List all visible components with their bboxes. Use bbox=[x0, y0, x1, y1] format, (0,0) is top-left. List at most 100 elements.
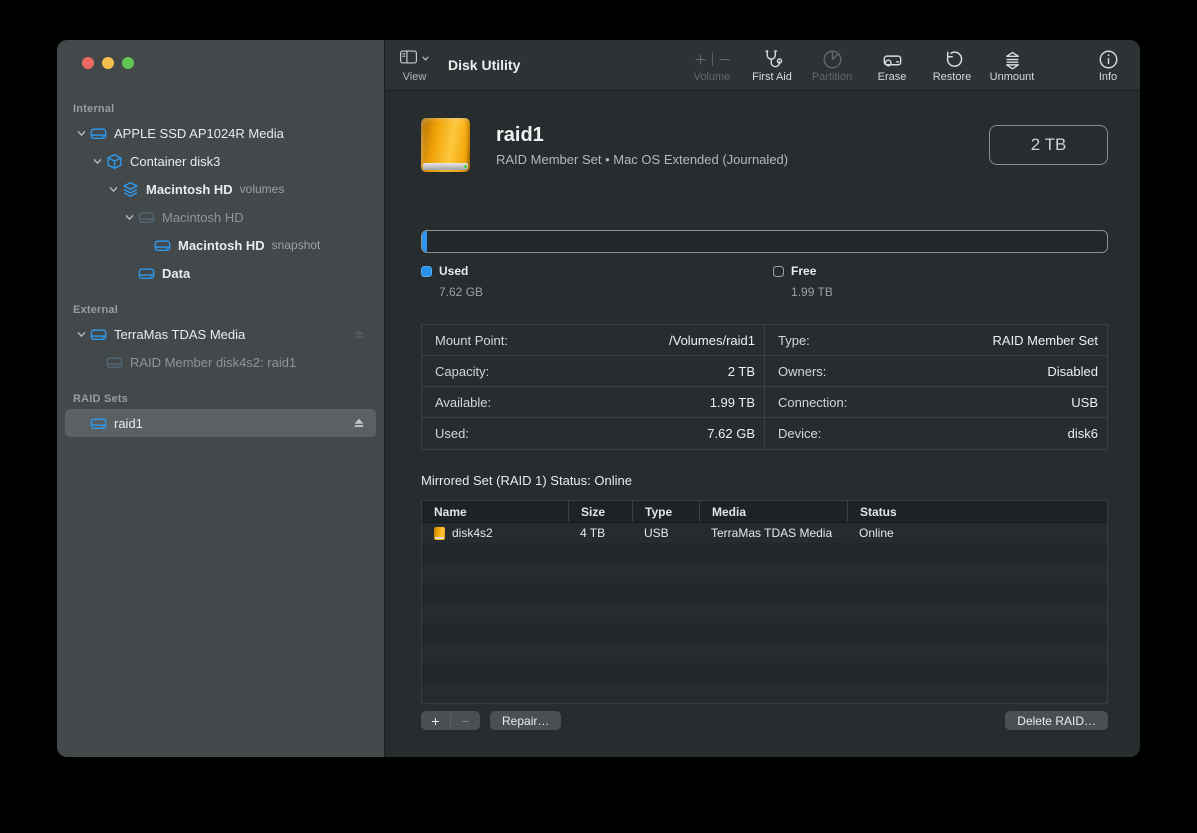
unmount-icon bbox=[1001, 47, 1024, 71]
toolbar-item-label: Partition bbox=[812, 71, 852, 83]
repair-button[interactable]: Repair… bbox=[490, 711, 561, 730]
toolbar-first-aid-button[interactable]: First Aid bbox=[742, 47, 802, 83]
cube-icon bbox=[106, 153, 123, 170]
view-button[interactable]: View bbox=[399, 47, 430, 83]
toolbar-info-button[interactable]: Info bbox=[1086, 47, 1130, 83]
content: raid1 RAID Member Set • Mac OS Extended … bbox=[385, 91, 1140, 757]
detail-label: Device: bbox=[778, 426, 821, 441]
cell-type: USB bbox=[632, 523, 699, 543]
volume-size-badge: 2 TB bbox=[989, 125, 1108, 165]
detail-label: Available: bbox=[435, 395, 491, 410]
sidebar-item-raid1[interactable]: raid1 bbox=[65, 409, 376, 437]
toolbar-restore-button[interactable]: Restore bbox=[922, 47, 982, 83]
device-tree: InternalAPPLE SSD AP1024R MediaContainer… bbox=[57, 99, 384, 437]
chevron-down-icon bbox=[421, 50, 430, 68]
table-header-row: NameSizeTypeMediaStatus bbox=[422, 501, 1107, 523]
detail-value: USB bbox=[1071, 395, 1098, 410]
detail-row: Mount Point:/Volumes/raid1 bbox=[422, 325, 764, 356]
chevron-down-icon[interactable] bbox=[121, 212, 138, 223]
sidebar-item-macintosh-hd[interactable]: Macintosh HDsnapshot bbox=[65, 231, 376, 259]
sidebar-item-macintosh-hd[interactable]: Macintosh HD bbox=[65, 203, 376, 231]
detail-row: Type:RAID Member Set bbox=[765, 325, 1107, 356]
plus-minus-icon bbox=[693, 47, 732, 71]
volume-details: Mount Point:/Volumes/raid1Capacity:2 TBA… bbox=[421, 324, 1108, 450]
sidebar-item-label: Data bbox=[162, 266, 190, 281]
sidebar-item-label: RAID Member disk4s2: raid1 bbox=[130, 355, 296, 370]
remove-member-button[interactable]: − bbox=[451, 711, 480, 730]
sidebar-item-label: Macintosh HD bbox=[146, 182, 233, 197]
delete-raid-button[interactable]: Delete RAID… bbox=[1005, 711, 1108, 730]
sidebar: InternalAPPLE SSD AP1024R MediaContainer… bbox=[57, 40, 385, 757]
disk-icon bbox=[434, 527, 445, 540]
chevron-down-icon[interactable] bbox=[73, 329, 90, 340]
raid-members-table: NameSizeTypeMediaStatus disk4s24 TBUSBTe… bbox=[421, 500, 1108, 704]
restore-arrow-icon bbox=[941, 47, 964, 71]
disk-utility-window: InternalAPPLE SSD AP1024R MediaContainer… bbox=[57, 40, 1140, 757]
used-swatch-icon bbox=[421, 266, 432, 277]
sidebar-section-external: External bbox=[65, 300, 376, 320]
toolbar-item-label: Erase bbox=[878, 71, 907, 83]
details-right-column: Type:RAID Member SetOwners:DisabledConne… bbox=[764, 325, 1107, 449]
zoom-button[interactable] bbox=[122, 57, 134, 69]
toolbar-item-label: First Aid bbox=[752, 71, 792, 83]
chevron-down-icon[interactable] bbox=[105, 184, 122, 195]
eject-icon[interactable] bbox=[352, 416, 366, 430]
toolbar-unmount-button[interactable]: Unmount bbox=[982, 47, 1042, 83]
volume-name: raid1 bbox=[496, 124, 788, 147]
sidebar-item-container-disk3[interactable]: Container disk3 bbox=[65, 147, 376, 175]
sidebar-item-label: TerraMas TDAS Media bbox=[114, 327, 245, 342]
detail-row: Device:disk6 bbox=[765, 418, 1107, 449]
column-header-status[interactable]: Status bbox=[847, 501, 1107, 522]
sidebar-item-data[interactable]: Data bbox=[65, 259, 376, 287]
column-header-name[interactable]: Name bbox=[422, 501, 568, 522]
minimize-button[interactable] bbox=[102, 57, 114, 69]
detail-row: Connection:USB bbox=[765, 387, 1107, 418]
drive-icon bbox=[138, 265, 155, 282]
detail-label: Mount Point: bbox=[435, 333, 508, 348]
table-row-empty bbox=[422, 623, 1107, 643]
detail-label: Type: bbox=[778, 333, 810, 348]
column-header-size[interactable]: Size bbox=[568, 501, 632, 522]
sidebar-section-raid-sets: RAID Sets bbox=[65, 389, 376, 409]
sidebar-item-raid-member-disk4s2-raid1[interactable]: RAID Member disk4s2: raid1 bbox=[65, 348, 376, 376]
sidebar-item-terramas-tdas-media[interactable]: TerraMas TDAS Media bbox=[65, 320, 376, 348]
raid-status-title: Mirrored Set (RAID 1) Status: Online bbox=[421, 473, 1108, 488]
sidebar-item-apple-ssd-ap1024r-media[interactable]: APPLE SSD AP1024R Media bbox=[65, 119, 376, 147]
table-row-empty bbox=[422, 603, 1107, 623]
add-member-button[interactable]: + bbox=[421, 711, 450, 730]
close-button[interactable] bbox=[82, 57, 94, 69]
sidebar-item-suffix: snapshot bbox=[272, 238, 321, 252]
chevron-down-icon[interactable] bbox=[89, 156, 106, 167]
toolbar-volume-button: Volume bbox=[682, 47, 742, 83]
toolbar-item-label: Unmount bbox=[990, 71, 1035, 83]
toolbar-items: Volume First Aid Partition Erase Restore Unmo… bbox=[682, 47, 1130, 83]
column-header-media[interactable]: Media bbox=[699, 501, 847, 522]
detail-row: Capacity:2 TB bbox=[422, 356, 764, 387]
column-header-type[interactable]: Type bbox=[632, 501, 699, 522]
detail-row: Owners:Disabled bbox=[765, 356, 1107, 387]
layers-icon bbox=[122, 181, 139, 198]
legend-free: Free 1.99 TB bbox=[773, 264, 833, 299]
sidebar-item-suffix: volumes bbox=[240, 182, 285, 196]
erase-disk-icon bbox=[881, 47, 904, 71]
sidebar-item-macintosh-hd[interactable]: Macintosh HD volumes bbox=[65, 175, 376, 203]
volume-subtitle: RAID Member Set • Mac OS Extended (Journ… bbox=[496, 152, 788, 167]
add-remove-segmented-control: + − bbox=[421, 711, 480, 730]
toolbar-erase-button[interactable]: Erase bbox=[862, 47, 922, 83]
drive-icon bbox=[154, 237, 171, 254]
chevron-down-icon[interactable] bbox=[73, 128, 90, 139]
used-value: 7.62 GB bbox=[439, 285, 483, 299]
table-row-disk4s2[interactable]: disk4s24 TBUSBTerraMas TDAS MediaOnline bbox=[422, 523, 1107, 543]
table-row-empty bbox=[422, 643, 1107, 663]
eject-icon[interactable] bbox=[352, 327, 366, 341]
detail-value: Disabled bbox=[1047, 364, 1098, 379]
detail-row: Available:1.99 TB bbox=[422, 387, 764, 418]
toolbar: View Disk Utility VolumeFirst AidPartiti… bbox=[385, 40, 1140, 91]
toolbar-item-label: Volume bbox=[694, 71, 731, 83]
sidebar-item-label: Macintosh HD bbox=[162, 210, 244, 225]
drive-icon bbox=[106, 354, 123, 371]
info-circle-icon bbox=[1097, 47, 1120, 71]
toolbar-item-label: Restore bbox=[933, 71, 972, 83]
drive-icon bbox=[138, 209, 155, 226]
toolbar-item-label: Info bbox=[1099, 71, 1117, 83]
